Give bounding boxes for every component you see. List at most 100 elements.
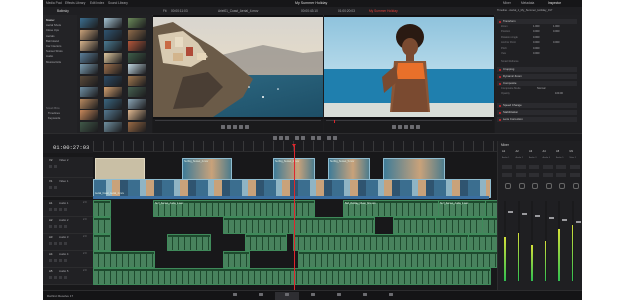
solo-icon[interactable] xyxy=(59,276,62,279)
audio-clip[interactable] xyxy=(93,251,155,268)
dynamics-button[interactable] xyxy=(542,173,553,177)
enable-track-icon[interactable] xyxy=(54,259,57,262)
solo-icon[interactable] xyxy=(59,242,62,245)
transform-y-value[interactable]: 1.000 xyxy=(553,25,560,29)
selection-tool-icon[interactable] xyxy=(273,136,277,140)
media-clip-thumbnail[interactable] xyxy=(128,121,146,132)
play-icon[interactable] xyxy=(239,125,243,129)
transform-y-value[interactable]: 0.000 xyxy=(553,31,560,34)
play-reverse-icon[interactable] xyxy=(398,125,402,129)
media-clip-thumbnail[interactable] xyxy=(128,18,146,28)
lock-icon[interactable] xyxy=(49,259,52,262)
media-clip-thumbnail[interactable] xyxy=(128,98,146,109)
inspector-section-header[interactable]: Lens Correction xyxy=(497,117,577,122)
fader-handle[interactable] xyxy=(535,215,540,217)
bin-item[interactable]: Sunset Shots xyxy=(46,50,63,53)
inspector-section-header[interactable]: Dynamic Zoom xyxy=(497,74,577,79)
mute-icon[interactable] xyxy=(64,259,67,262)
audio-clip[interactable] xyxy=(93,200,111,217)
trim-tool-icon[interactable] xyxy=(279,136,283,140)
mute-icon[interactable] xyxy=(64,242,67,245)
lock-icon[interactable] xyxy=(49,208,52,211)
page-button-fairlight[interactable]: Fairlight xyxy=(353,292,377,300)
transform-x-value[interactable]: 1.000 xyxy=(533,25,540,29)
media-clip-thumbnail[interactable] xyxy=(104,52,122,63)
audio-clip[interactable] xyxy=(245,234,287,251)
dynamics-button[interactable] xyxy=(515,173,526,177)
mute-icon[interactable] xyxy=(64,208,67,211)
media-clip-thumbnail[interactable] xyxy=(104,18,122,28)
play-icon[interactable] xyxy=(410,125,414,129)
sound-library-tab[interactable]: Sound Library xyxy=(108,1,128,5)
bin-item[interactable]: Car Interiors xyxy=(46,45,61,48)
media-clip-thumbnail[interactable] xyxy=(80,110,98,120)
fader-handle[interactable] xyxy=(575,221,581,223)
page-button-color[interactable]: Color xyxy=(327,292,351,300)
media-clip-thumbnail[interactable] xyxy=(128,87,146,97)
media-clip-thumbnail[interactable] xyxy=(80,64,98,74)
audio-clip[interactable] xyxy=(93,268,491,285)
media-clip-thumbnail[interactable] xyxy=(80,18,98,28)
rewind-icon[interactable] xyxy=(221,125,225,129)
transform-x-value[interactable]: 0.000 xyxy=(533,31,540,34)
enable-track-icon[interactable] xyxy=(54,242,57,245)
bin-item[interactable]: Bali Island xyxy=(46,39,59,43)
page-button-deliver[interactable]: Deliver xyxy=(379,292,403,300)
audio-clip[interactable] xyxy=(93,217,111,234)
inspector-section-header[interactable]: Speed Change xyxy=(497,103,577,108)
enable-track-icon[interactable] xyxy=(54,276,57,279)
mixer-tab[interactable]: Mixer xyxy=(503,1,511,5)
audio-clip[interactable]: Surf_Sunset_Audio_1.wav xyxy=(153,200,315,217)
effects-tab[interactable]: Effects Library xyxy=(65,1,85,5)
lock-icon[interactable] xyxy=(49,276,52,279)
media-clip-thumbnail[interactable] xyxy=(80,29,98,40)
bin-name[interactable]: Balinsky xyxy=(57,9,69,13)
eq-button[interactable] xyxy=(569,165,580,169)
lock-icon[interactable] xyxy=(49,165,52,168)
video-clip[interactable] xyxy=(383,158,445,180)
lock-icon[interactable] xyxy=(49,186,52,189)
bin-item[interactable]: Musical Hits xyxy=(46,60,61,64)
insert-clip-icon[interactable] xyxy=(295,136,299,140)
media-clip-thumbnail[interactable] xyxy=(104,87,122,97)
stop-icon[interactable] xyxy=(233,125,237,129)
media-clip-thumbnail[interactable] xyxy=(80,75,98,86)
media-clip-thumbnail[interactable] xyxy=(104,110,122,120)
transform-x-value[interactable]: 0.000 xyxy=(533,52,540,56)
overwrite-clip-icon[interactable] xyxy=(301,136,305,140)
media-clip-thumbnail[interactable] xyxy=(80,41,98,51)
media-clip-thumbnail[interactable] xyxy=(104,75,122,86)
composite-mode-dropdown[interactable]: Normal xyxy=(537,87,545,91)
media-clip-thumbnail[interactable] xyxy=(128,41,146,51)
pan-knob-icon[interactable] xyxy=(559,183,565,189)
media-pool-tab[interactable]: Media Pool xyxy=(46,1,62,5)
fader-handle[interactable] xyxy=(548,217,554,219)
audio-track-header[interactable]: A3 Audio 3 2.0 xyxy=(43,234,93,251)
eq-button[interactable] xyxy=(529,165,539,169)
video-track-header[interactable]: V2 Video 2 xyxy=(43,157,93,178)
playhead[interactable] xyxy=(294,146,295,290)
transform-x-value[interactable]: 0.000 xyxy=(533,47,540,51)
media-clip-thumbnail[interactable] xyxy=(104,98,122,109)
opacity-value[interactable]: 100.00 xyxy=(555,92,563,96)
section-enable-icon[interactable] xyxy=(498,104,501,107)
lock-icon[interactable] xyxy=(49,242,52,245)
bin-item[interactable]: Aerials xyxy=(46,34,55,38)
media-clip-thumbnail[interactable] xyxy=(128,110,146,120)
audio-track-header[interactable]: A4 Audio 4 2.0 xyxy=(43,251,93,268)
solo-icon[interactable] xyxy=(59,259,62,262)
page-button-cut[interactable]: Cut xyxy=(249,292,273,300)
audio-clip[interactable] xyxy=(435,217,483,234)
audio-clip[interactable] xyxy=(293,234,485,251)
pan-knob-icon[interactable] xyxy=(518,183,525,189)
link-icon[interactable] xyxy=(317,136,321,140)
bin-item[interactable]: Close Ups xyxy=(46,29,59,32)
media-clip-thumbnail[interactable] xyxy=(104,64,122,74)
dynamics-button[interactable] xyxy=(529,173,539,177)
media-clip-thumbnail[interactable] xyxy=(104,41,122,51)
audio-track-header[interactable]: A1 Audio 1 2.0 xyxy=(43,200,93,217)
blade-tool-icon[interactable] xyxy=(285,136,289,140)
section-enable-icon[interactable] xyxy=(498,68,501,71)
solo-icon[interactable] xyxy=(59,208,62,211)
media-clip-thumbnail[interactable] xyxy=(128,29,146,40)
